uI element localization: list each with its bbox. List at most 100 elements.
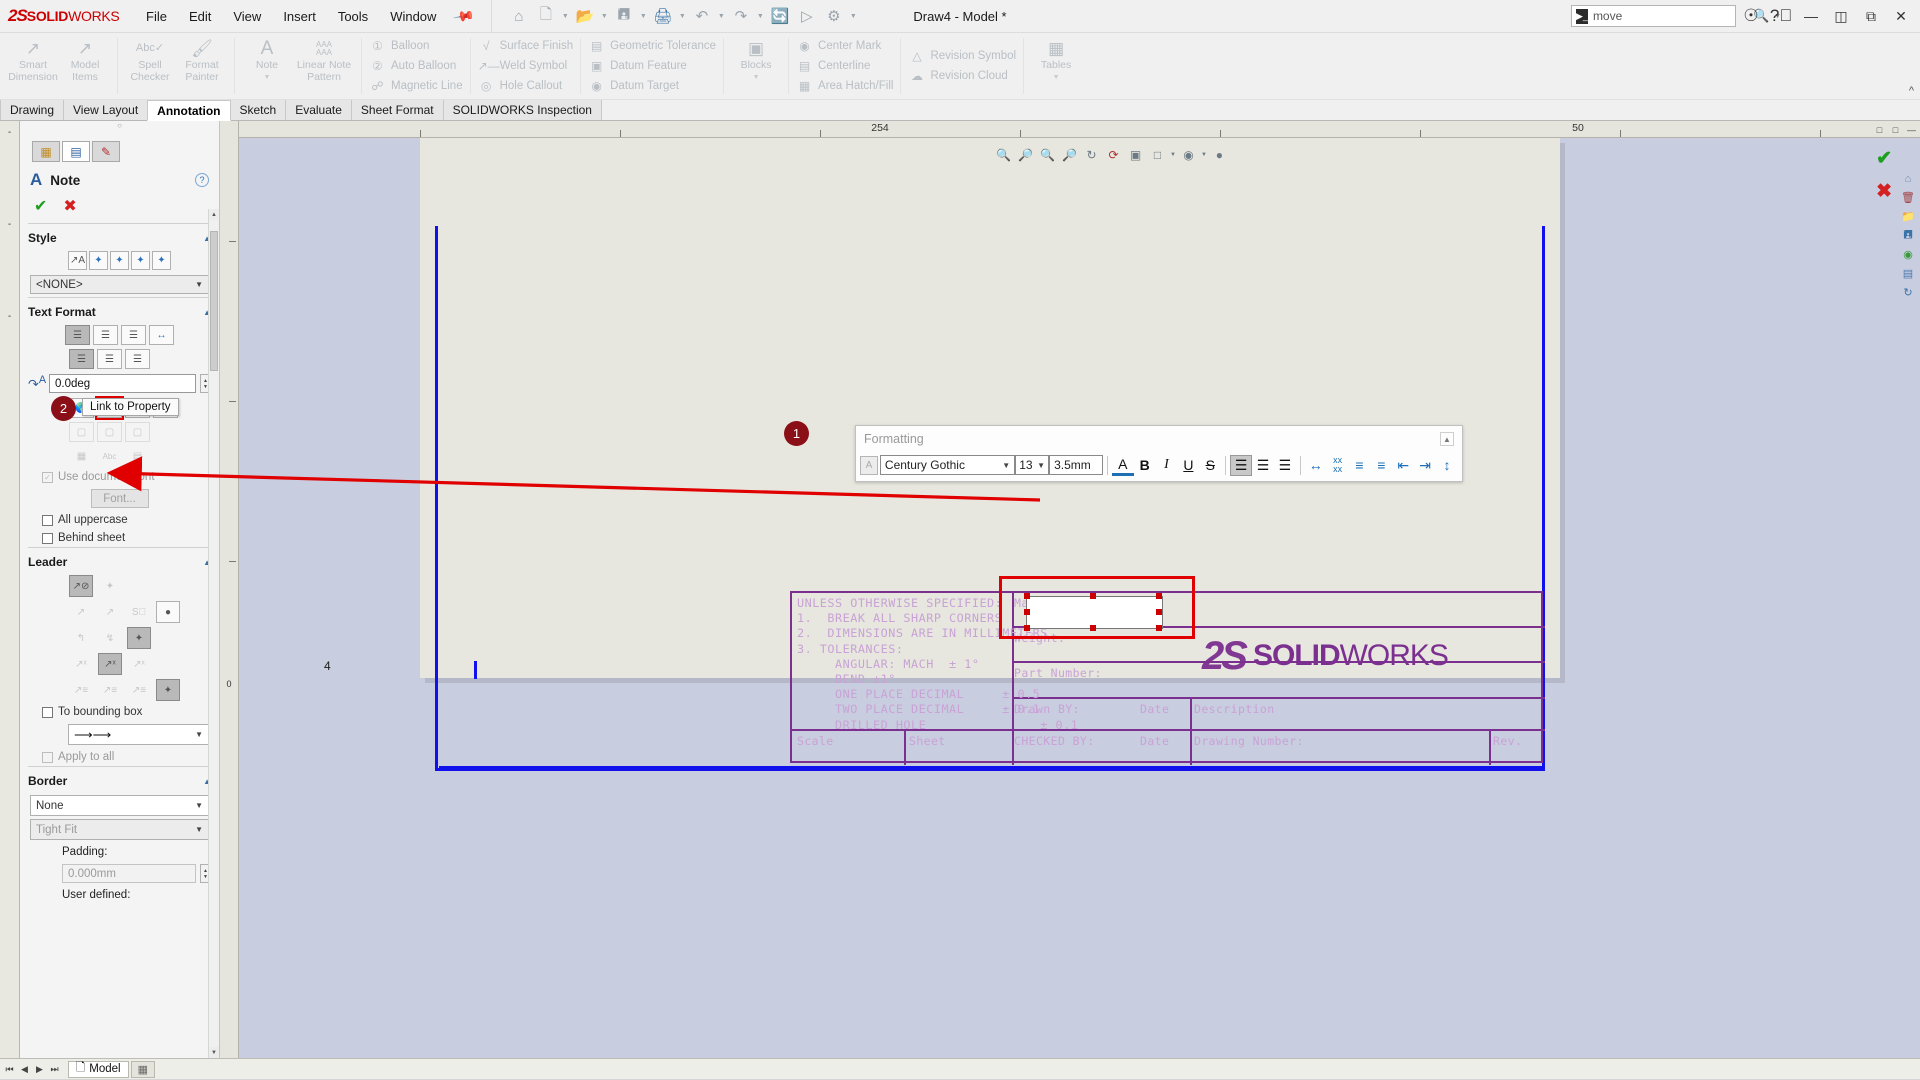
to-bounding-box-checkbox[interactable] bbox=[42, 707, 53, 718]
apply-style-icon[interactable]: ↗A bbox=[68, 251, 87, 270]
all-uppercase-row[interactable]: All uppercase bbox=[20, 511, 219, 529]
revision-cloud-button[interactable]: ☁ Revision Cloud bbox=[904, 66, 1020, 86]
next-sheet-icon[interactable]: ▶ bbox=[32, 1064, 47, 1075]
section-leader-header[interactable]: Leader ▲ bbox=[20, 548, 219, 573]
section-border-header[interactable]: Border ▲ bbox=[20, 767, 219, 792]
behind-sheet-checkbox[interactable] bbox=[42, 533, 53, 544]
bent-leader-icon[interactable]: ↗ bbox=[98, 601, 122, 623]
auto-balloon-button[interactable]: ② Auto Balloon bbox=[365, 56, 467, 76]
link-to-dimension-icon[interactable]: ▢ bbox=[97, 422, 122, 442]
close-icon[interactable]: ▲ bbox=[1440, 432, 1454, 446]
format-painter-button[interactable]: 🖌 FormatPainter bbox=[176, 33, 228, 99]
search-input[interactable] bbox=[1593, 9, 1748, 23]
zoom-to-selection-icon[interactable]: 🔎 bbox=[1060, 145, 1079, 164]
redo-icon[interactable]: ↷ bbox=[728, 3, 754, 29]
dimxpert-tab[interactable]: ✎ bbox=[92, 141, 120, 162]
sheet-tab-model[interactable]: 🗋 Model bbox=[68, 1061, 129, 1078]
select-icon[interactable]: ▷ bbox=[794, 3, 820, 29]
chevron-down-icon[interactable]: ▼ bbox=[195, 825, 203, 834]
open-caret-icon[interactable]: ▼ bbox=[599, 3, 610, 29]
tab-sheet-format[interactable]: Sheet Format bbox=[351, 99, 444, 120]
save-caret-icon[interactable]: ▼ bbox=[638, 3, 649, 29]
restore-icon[interactable]: □ bbox=[1889, 123, 1902, 136]
options-icon[interactable]: ⚙ bbox=[821, 3, 847, 29]
text-angle-input[interactable]: 0.0deg bbox=[49, 374, 196, 393]
leader-auto-text-icon[interactable]: ✦ bbox=[156, 679, 180, 701]
center-mark-button[interactable]: ◉ Center Mark bbox=[792, 36, 897, 56]
formatting-toolbar[interactable]: Formatting ▲ A Century Gothic ▼ 13 ▼ 3.5… bbox=[855, 425, 1463, 482]
tab-sketch[interactable]: Sketch bbox=[230, 99, 287, 120]
leader-right-x-icon[interactable]: ↗ˣ bbox=[127, 653, 151, 675]
chevron-down-icon[interactable]: ▼ bbox=[195, 801, 203, 810]
hide-show-icon[interactable]: □ bbox=[1148, 145, 1167, 164]
print-icon[interactable]: 🖨 bbox=[650, 3, 676, 29]
zoom-to-fit-icon[interactable]: 🔍 bbox=[994, 145, 1013, 164]
align-left-icon[interactable]: ☰ bbox=[1230, 455, 1252, 476]
balloon-button[interactable]: ① Balloon bbox=[365, 36, 467, 56]
tab-drawing[interactable]: Drawing bbox=[0, 99, 64, 120]
font-family-select[interactable]: Century Gothic ▼ bbox=[880, 455, 1015, 475]
bold-icon[interactable]: B bbox=[1134, 455, 1156, 476]
save-icon[interactable]: 🖪 bbox=[611, 3, 637, 29]
section-text-format-header[interactable]: Text Format ▲ bbox=[20, 298, 219, 323]
linear-note-pattern-button[interactable]: AAAAAA Linear NotePattern bbox=[293, 33, 355, 99]
prev-sheet-icon[interactable]: ◀ bbox=[17, 1064, 32, 1075]
align-left-icon[interactable]: ☰ bbox=[65, 325, 90, 345]
close-icon[interactable]: ✕ bbox=[1886, 1, 1916, 31]
checkmark-icon[interactable]: ✔ bbox=[34, 196, 47, 216]
close-icon[interactable]: — bbox=[1905, 123, 1918, 136]
home-icon[interactable]: ⌂ bbox=[506, 3, 532, 29]
note-button[interactable]: A Note ▼ bbox=[241, 33, 293, 99]
style-select[interactable]: <NONE> ▼ bbox=[30, 275, 209, 294]
area-hatch-button[interactable]: ▦ Area Hatch/Fill bbox=[792, 76, 897, 96]
properties-view-icon[interactable]: ▤ bbox=[1898, 265, 1918, 282]
rotate-view-icon[interactable]: ⟳ bbox=[1104, 145, 1123, 164]
user-account-icon[interactable]: ☉ bbox=[1736, 1, 1766, 31]
save-view-icon[interactable]: 🖪 bbox=[1898, 227, 1918, 244]
use-document-font-checkbox[interactable]: ✓ bbox=[42, 472, 53, 483]
align-bottom-icon[interactable]: ☰ bbox=[125, 349, 150, 369]
align-top-icon[interactable]: ☰ bbox=[69, 349, 94, 369]
delete-style-icon[interactable]: ✦ bbox=[110, 251, 129, 270]
font-size-select[interactable]: 13 ▼ bbox=[1015, 455, 1049, 475]
insert-shape-icon[interactable]: ▢ bbox=[69, 422, 94, 442]
decrease-indent-icon[interactable]: ⇤ bbox=[1392, 455, 1414, 476]
multi-jog-icon[interactable]: ● bbox=[156, 601, 180, 623]
blocks-caret-icon[interactable]: ▼ bbox=[753, 72, 760, 84]
padding-input[interactable]: 0.000mm bbox=[62, 864, 196, 883]
text-height-input[interactable]: 3.5mm bbox=[1049, 455, 1103, 475]
graphics-area[interactable]: 254 50 0 🔍 🔎 🔍 🔎 ↻ ⟳ ▣ □ ▼ ◉ ▼ ● bbox=[220, 121, 1920, 1058]
revision-symbol-button[interactable]: △ Revision Symbol bbox=[904, 46, 1020, 66]
table-icon[interactable]: ▢ bbox=[125, 422, 150, 442]
balloon-props-icon[interactable]: ▤ bbox=[125, 446, 150, 466]
chevron-down-icon[interactable]: ▼ bbox=[1002, 461, 1010, 470]
menu-file[interactable]: File bbox=[135, 0, 178, 32]
increase-indent-icon[interactable]: ⇥ bbox=[1414, 455, 1436, 476]
scrollbar-thumb[interactable] bbox=[210, 231, 218, 371]
cancel-x-icon[interactable]: ✖ bbox=[63, 196, 76, 216]
panel-scrollbar[interactable]: ▲ ▼ bbox=[208, 209, 219, 1058]
save-style-icon[interactable]: ✦ bbox=[131, 251, 150, 270]
tab-evaluate[interactable]: Evaluate bbox=[285, 99, 352, 120]
property-manager-tab[interactable]: ▤ bbox=[62, 141, 90, 162]
number-format-icon[interactable]: ▦ bbox=[69, 446, 94, 466]
pushpin-icon[interactable]: 📌 bbox=[446, 0, 483, 33]
menu-insert[interactable]: Insert bbox=[272, 0, 327, 32]
open-view-icon[interactable]: 📁 bbox=[1898, 208, 1918, 225]
font-button[interactable]: Font... bbox=[91, 489, 149, 508]
menu-edit[interactable]: Edit bbox=[178, 0, 222, 32]
tree-collapse-marker[interactable]: - bbox=[8, 127, 11, 219]
zoom-to-area-icon[interactable]: 🔎 bbox=[1016, 145, 1035, 164]
maximize-icon[interactable]: ⧉ bbox=[1856, 1, 1886, 31]
tree-collapse-marker[interactable]: - bbox=[8, 311, 11, 403]
line-spacing-icon[interactable]: ↕ bbox=[1436, 455, 1458, 476]
help-icon[interactable]: ? bbox=[195, 173, 209, 187]
all-uppercase-checkbox[interactable] bbox=[42, 515, 53, 526]
chevron-down-icon[interactable]: ▼ bbox=[195, 280, 203, 289]
align-right-icon[interactable]: ☰ bbox=[1274, 455, 1296, 476]
no-leader-icon[interactable]: ↗⊘ bbox=[69, 575, 93, 597]
arrow-style-select[interactable]: ⟶⟶ ▼ bbox=[68, 724, 209, 745]
straight-leader-icon[interactable]: ↗ bbox=[69, 601, 93, 623]
model-items-button[interactable]: ↗ ModelItems bbox=[59, 33, 111, 99]
new-document-icon[interactable]: 🗋 bbox=[533, 3, 559, 29]
